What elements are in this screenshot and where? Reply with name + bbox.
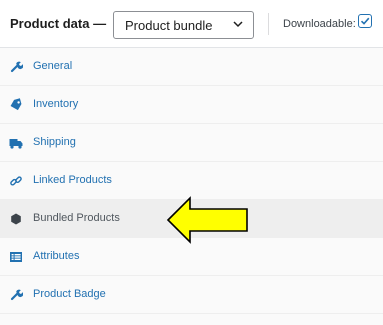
annotation-arrow — [166, 196, 248, 244]
downloadable-label: Downloadable: — [283, 18, 356, 30]
product-data-title: Product data — — [10, 16, 107, 31]
chevron-down-icon — [233, 21, 243, 28]
list-icon — [10, 252, 22, 262]
tab-product-badge[interactable]: Product Badge — [0, 276, 383, 314]
wrench-icon — [10, 61, 23, 73]
downloadable-checkbox[interactable] — [358, 14, 372, 28]
truck-icon — [9, 139, 23, 149]
wrench-icon — [10, 289, 23, 301]
tag-icon — [10, 98, 22, 111]
product-type-value: Product bundle — [125, 18, 213, 33]
product-type-select[interactable]: Product bundle — [113, 11, 254, 39]
tab-shipping-label: Shipping — [33, 136, 76, 148]
tab-attributes-label: Attributes — [33, 250, 80, 262]
tab-linked-products-label: Linked Products — [33, 174, 112, 186]
product-data-tabs: General Inventory Shipping Linked Produc… — [0, 48, 383, 314]
tab-shipping[interactable]: Shipping — [0, 124, 383, 162]
tabs-filler — [0, 314, 383, 325]
link-icon — [10, 176, 22, 186]
tab-inventory[interactable]: Inventory — [0, 86, 383, 124]
checkmark-icon — [360, 17, 370, 25]
hexagon-icon — [11, 213, 21, 225]
product-data-header: Product data — Product bundle Downloadab… — [0, 0, 383, 48]
tab-inventory-label: Inventory — [33, 98, 79, 110]
tab-general[interactable]: General — [0, 48, 383, 86]
tab-general-label: General — [33, 60, 73, 72]
tab-linked-products[interactable]: Linked Products — [0, 162, 383, 200]
tab-bundled-products-label: Bundled Products — [33, 212, 120, 224]
tab-product-badge-label: Product Badge — [33, 288, 106, 300]
header-divider — [268, 13, 269, 35]
